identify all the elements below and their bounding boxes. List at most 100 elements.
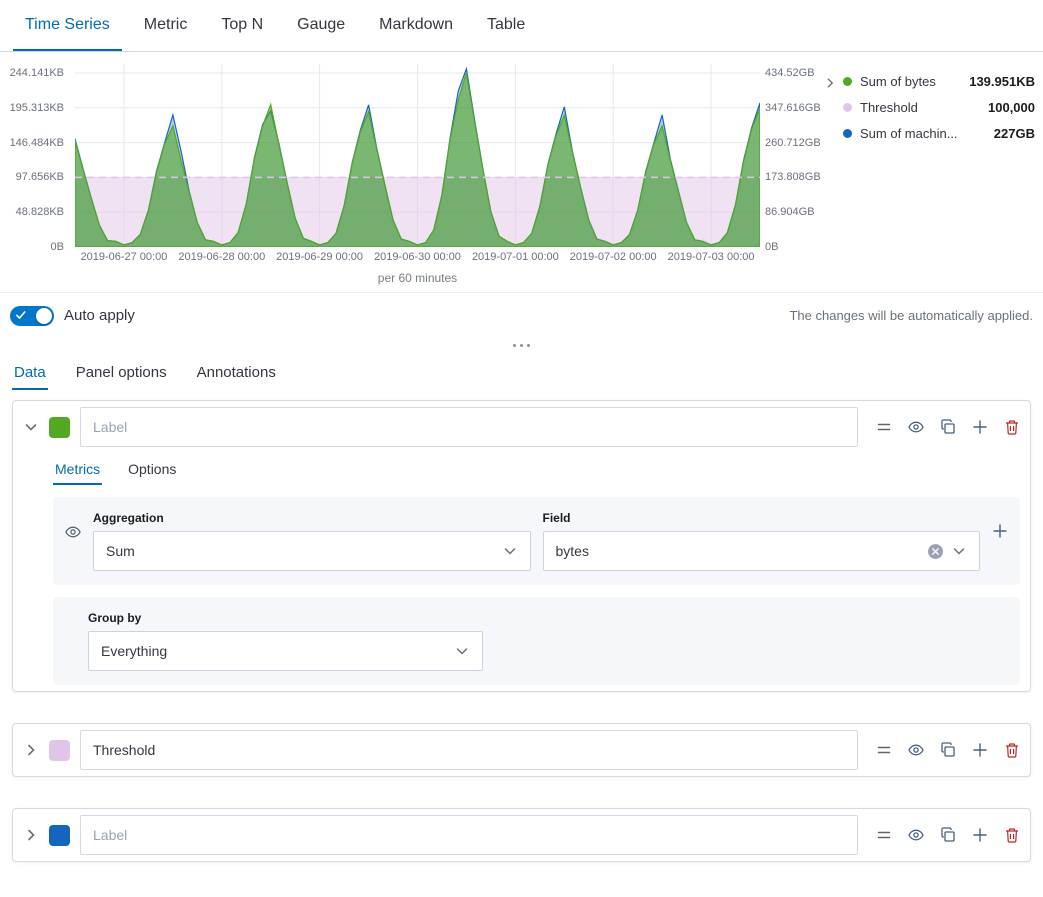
tab-metric[interactable]: Metric xyxy=(132,0,200,51)
auto-apply-row: Auto apply The changes will be automatic… xyxy=(0,292,1043,338)
group-by-column: Group by Everything xyxy=(88,611,483,671)
left-y-axis: 244.141KB195.313KB146.484KB97.656KB48.82… xyxy=(0,52,68,292)
series-card xyxy=(12,808,1031,862)
tab-markdown[interactable]: Markdown xyxy=(367,0,465,51)
series-list: Metrics Options Aggregation Sum xyxy=(0,390,1043,862)
clone-icon[interactable] xyxy=(940,742,956,758)
metric-row: Aggregation Sum Field bytes xyxy=(53,497,1020,585)
tab-metrics[interactable]: Metrics xyxy=(53,455,102,485)
field-column: Field bytes xyxy=(543,511,981,571)
clone-icon[interactable] xyxy=(940,827,956,843)
legend-value: 100,000 xyxy=(988,100,1035,115)
clear-field-icon[interactable] xyxy=(927,543,944,560)
axis-tick-label: 2019-07-02 00:00 xyxy=(558,251,668,263)
axis-tick-label: 2019-06-30 00:00 xyxy=(363,251,473,263)
chevron-down-icon xyxy=(502,543,518,559)
eye-icon[interactable] xyxy=(908,419,924,435)
series-label-input[interactable] xyxy=(80,815,858,855)
field-value: bytes xyxy=(556,543,589,559)
eye-icon[interactable] xyxy=(908,827,924,843)
axis-tick-label: 48.828KB xyxy=(16,206,64,218)
delete-series-icon[interactable] xyxy=(1004,742,1020,758)
drag-handle-icon[interactable] xyxy=(876,419,892,435)
series-actions xyxy=(876,827,1020,843)
toggle-knob xyxy=(36,308,52,324)
axis-tick-label: 2019-07-01 00:00 xyxy=(460,251,570,263)
check-icon xyxy=(15,309,27,321)
eye-icon[interactable] xyxy=(908,742,924,758)
auto-apply-hint: The changes will be automatically applie… xyxy=(789,308,1033,323)
axis-tick-label: 260.712GB xyxy=(765,137,821,149)
axis-tick-label: 195.313KB xyxy=(10,102,64,114)
series-label-input[interactable] xyxy=(80,730,858,770)
tab-top-n[interactable]: Top N xyxy=(209,0,275,51)
tab-annotations[interactable]: Annotations xyxy=(195,356,278,390)
auto-apply-toggle[interactable] xyxy=(10,306,54,326)
axis-tick-label: 2019-06-27 00:00 xyxy=(69,251,179,263)
auto-apply-label: Auto apply xyxy=(64,307,135,324)
axis-tick-label: 434.52GB xyxy=(765,67,815,79)
delete-series-icon[interactable] xyxy=(1004,419,1020,435)
legend-label: Threshold xyxy=(860,100,918,115)
tab-data[interactable]: Data xyxy=(12,356,48,390)
drag-handle-icon[interactable] xyxy=(876,742,892,758)
series-header xyxy=(23,730,1020,770)
legend-value: 139.951KB xyxy=(969,74,1035,89)
axis-tick-label: 0B xyxy=(51,241,64,253)
legend-color-dot xyxy=(843,77,852,86)
series-color-swatch[interactable] xyxy=(49,825,70,846)
field-label: Field xyxy=(543,511,981,525)
series-label-input[interactable] xyxy=(80,407,858,447)
axis-tick-label: 2019-06-28 00:00 xyxy=(167,251,277,263)
tab-table[interactable]: Table xyxy=(475,0,537,51)
chevron-down-icon xyxy=(454,643,470,659)
legend-label: Sum of machin... xyxy=(860,126,958,141)
chevron-down-icon[interactable] xyxy=(951,543,967,559)
timeseries-chart[interactable] xyxy=(75,64,760,247)
group-by-value: Everything xyxy=(101,643,167,659)
axis-tick-label: 0B xyxy=(765,241,778,253)
axis-tick-label: 173.808GB xyxy=(765,171,821,183)
aggregation-column: Aggregation Sum xyxy=(93,511,531,571)
legend-label: Sum of bytes xyxy=(860,74,936,89)
axis-tick-label: 347.616GB xyxy=(765,102,821,114)
series-card xyxy=(12,723,1031,777)
panel-resize-handle[interactable] xyxy=(0,338,1043,352)
chart-legend: Sum of bytes 139.951KB Threshold 100,000… xyxy=(843,74,1035,152)
tab-gauge[interactable]: Gauge xyxy=(285,0,357,51)
clone-icon[interactable] xyxy=(940,419,956,435)
group-by-select[interactable]: Everything xyxy=(88,631,483,671)
axis-tick-label: 146.484KB xyxy=(10,137,64,149)
tab-options[interactable]: Options xyxy=(126,455,178,485)
delete-series-icon[interactable] xyxy=(1004,827,1020,843)
legend-collapse-chevron-icon[interactable] xyxy=(823,76,837,90)
chevron-down-icon[interactable] xyxy=(23,419,39,435)
axis-tick-label: 86.904GB xyxy=(765,206,815,218)
series-actions xyxy=(876,419,1020,435)
add-metric-plus-icon[interactable] xyxy=(992,523,1008,539)
aggregation-label: Aggregation xyxy=(93,511,531,525)
add-series-icon[interactable] xyxy=(972,827,988,843)
series-card: Metrics Options Aggregation Sum xyxy=(12,400,1031,692)
aggregation-select[interactable]: Sum xyxy=(93,531,531,571)
series-subtabs: Metrics Options xyxy=(53,455,1020,485)
legend-item[interactable]: Threshold 100,000 xyxy=(843,100,1035,115)
legend-item[interactable]: Sum of machin... 227GB xyxy=(843,126,1035,141)
x-axis-caption: per 60 minutes xyxy=(75,271,760,285)
add-series-icon[interactable] xyxy=(972,742,988,758)
legend-item[interactable]: Sum of bytes 139.951KB xyxy=(843,74,1035,89)
field-combobox[interactable]: bytes xyxy=(543,531,981,571)
series-header xyxy=(23,407,1020,447)
legend-color-dot xyxy=(843,103,852,112)
tab-time-series[interactable]: Time Series xyxy=(13,0,122,51)
axis-tick-label: 2019-06-29 00:00 xyxy=(265,251,375,263)
drag-handle-icon[interactable] xyxy=(876,827,892,843)
add-series-icon[interactable] xyxy=(972,419,988,435)
metric-visibility-eye-icon[interactable] xyxy=(65,524,81,540)
chevron-right-icon[interactable] xyxy=(23,827,39,843)
chevron-right-icon[interactable] xyxy=(23,742,39,758)
series-color-swatch[interactable] xyxy=(49,740,70,761)
tab-panel-options[interactable]: Panel options xyxy=(74,356,169,390)
series-color-swatch[interactable] xyxy=(49,417,70,438)
legend-color-dot xyxy=(843,129,852,138)
